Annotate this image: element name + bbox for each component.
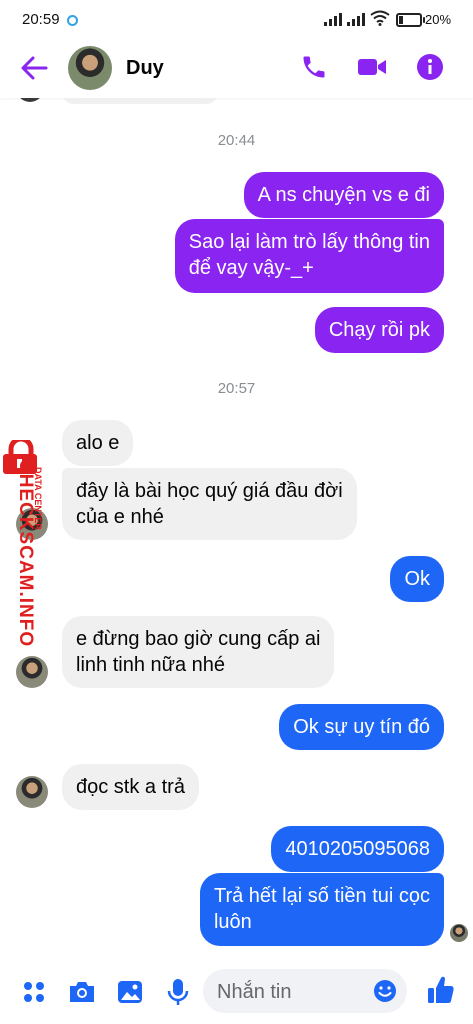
partial-message-bubble: [62, 98, 218, 104]
message-line: luôn: [213, 911, 252, 933]
message-outgoing[interactable]: 4010205095068: [271, 826, 444, 872]
message-input[interactable]: Nhắn tin: [203, 969, 407, 1013]
message-input-placeholder: Nhắn tin: [217, 981, 292, 1003]
battery-percent: 20%: [425, 12, 452, 27]
video-camera-icon[interactable]: [357, 53, 387, 81]
notification-dot-icon: [67, 15, 78, 26]
phone-icon[interactable]: [300, 53, 328, 81]
message-outgoing[interactable]: Trả hết lại số tiền tui cọc luôn: [199, 873, 444, 946]
message-line: e đừng bao giờ cung cấp ai: [76, 628, 321, 650]
message-list[interactable]: 20:44 A ns chuyện vs e đi Sao lại làm tr…: [0, 98, 473, 960]
microphone-icon[interactable]: [167, 978, 189, 1006]
message-line: của e nhé: [76, 506, 164, 528]
conversation-header: Duy: [0, 40, 473, 98]
status-time: 20:59: [22, 11, 60, 28]
signal-icon: [324, 12, 342, 26]
message-incoming[interactable]: e đừng bao giờ cung cấp ai linh tinh nữa…: [62, 616, 335, 688]
message-outgoing[interactable]: Chạy rồi pk: [314, 307, 444, 353]
message-outgoing[interactable]: A ns chuyện vs e đi: [243, 172, 444, 218]
camera-icon[interactable]: [68, 980, 96, 1004]
emoji-icon[interactable]: [373, 979, 397, 1003]
watermark-text: CHECKSCAM.INFO: [15, 459, 36, 648]
apps-grid-icon[interactable]: [22, 980, 46, 1004]
message-outgoing[interactable]: Ok: [390, 556, 444, 602]
message-line: đây là bài học quý giá đầu đời: [76, 480, 343, 502]
back-arrow-icon[interactable]: [20, 55, 48, 81]
timestamp: 20:57: [217, 380, 256, 397]
message-incoming[interactable]: alo e: [62, 420, 134, 466]
timestamp: 20:44: [217, 132, 256, 149]
contact-name[interactable]: Duy: [126, 57, 164, 80]
message-outgoing[interactable]: Ok sự uy tín đó: [279, 704, 444, 750]
message-line: Sao lại làm trò lấy thông tin: [188, 231, 430, 253]
partial-avatar: [16, 98, 44, 102]
message-incoming[interactable]: đọc stk a trả: [62, 764, 199, 810]
image-icon[interactable]: [117, 979, 143, 1005]
wifi-icon: [370, 10, 390, 26]
status-bar: 20:59 20%: [0, 0, 473, 40]
battery-icon: [396, 13, 425, 27]
signal-icon-2: [347, 12, 365, 26]
message-line: linh tinh nữa nhé: [76, 654, 226, 676]
info-icon[interactable]: [416, 53, 444, 81]
thumbs-up-icon[interactable]: [427, 975, 455, 1005]
seen-avatar: [450, 924, 468, 942]
message-line: để vay vậy-_+: [188, 257, 314, 279]
message-incoming[interactable]: đây là bài học quý giá đầu đời của e nhé: [62, 468, 357, 540]
sender-avatar: [16, 776, 48, 808]
message-outgoing[interactable]: Sao lại làm trò lấy thông tin để vay vậy…: [174, 219, 444, 293]
contact-avatar[interactable]: [68, 46, 112, 90]
message-composer: Nhắn tin: [0, 960, 473, 1024]
message-line: Trả hết lại số tiền tui cọc: [213, 885, 430, 907]
watermark: DATA CENTER CHECKSCAM.INFO: [3, 440, 53, 670]
